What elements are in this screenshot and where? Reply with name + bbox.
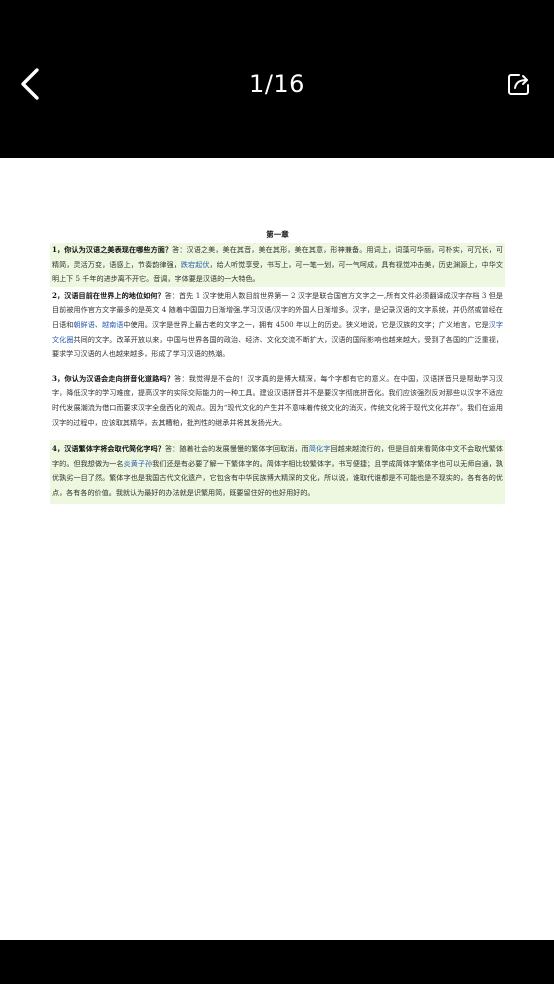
link-simplified[interactable]: 简化字 xyxy=(309,444,331,453)
paragraph-3: 3，你认为汉语会走向拼音化道路吗？答：我觉得是不会的！汉字真的是博大精深，每个字… xyxy=(50,372,505,430)
share-button[interactable] xyxy=(506,71,532,97)
question-1: 1，你认为汉语之美表现在哪些方面？ xyxy=(52,245,173,254)
paragraph-4: 4，汉语繁体字将会取代简化字吗？答：随着社会的发展慢慢的繁体字回取消，而简化字回… xyxy=(50,440,505,504)
question-4: 4，汉语繁体字将会取代简化字吗？ xyxy=(52,444,165,454)
paragraph-2: 2，汉语目前在世界上的地位如何？答：首先 1 汉字使用人数目前世界第一 2 汉字… xyxy=(50,289,505,362)
paragraph-1: 1，你认为汉语之美表现在哪些方面？答：汉语之美，美在其音，美在其形，美在其意，形… xyxy=(50,243,505,287)
answer-2-sep: 、 xyxy=(94,319,102,329)
question-2: 2，汉语目前在世界上的地位如何？ xyxy=(52,290,165,300)
answer-2-text-c: 共同的文字。改革开放以来，中国与世界各国的政治、经济、文化交流不断扩大，汉语的国… xyxy=(52,334,504,359)
link-korean[interactable]: 朝鲜语 xyxy=(73,320,94,329)
bottom-bar xyxy=(0,940,554,984)
link-vietnamese[interactable]: 越南语 xyxy=(102,320,123,329)
link-dangqi[interactable]: 跌宕起伏 xyxy=(181,260,210,269)
share-export-icon xyxy=(508,74,529,95)
chapter-title: 第一章 xyxy=(266,230,289,239)
document-viewer[interactable]: 第一章 1，你认为汉语之美表现在哪些方面？答：汉语之美，美在其音，美在其形，美在… xyxy=(0,158,554,940)
document-page: 第一章 1，你认为汉语之美表现在哪些方面？答：汉语之美，美在其音，美在其形，美在… xyxy=(50,227,505,504)
top-toolbar: 1/16 xyxy=(0,0,554,158)
answer-2-text-b: 中使用。汉字是世界上最古老的文字之一，拥有 4500 年以上的历史。狭义地说，它… xyxy=(123,319,489,329)
answer-4-text-a: 答：随着社会的发展慢慢的繁体字回取消，而 xyxy=(164,444,309,454)
question-3: 3，你认为汉语会走向拼音化道路吗？ xyxy=(52,373,175,383)
page-indicator: 1/16 xyxy=(249,70,305,98)
link-yanhuang[interactable]: 炎黄子孙 xyxy=(124,459,153,468)
